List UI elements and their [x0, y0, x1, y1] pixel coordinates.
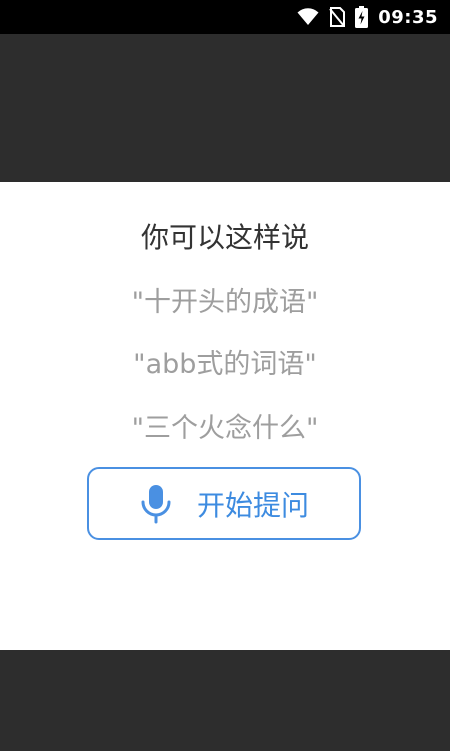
battery-charging-icon — [355, 6, 369, 28]
start-asking-label: 开始提问 — [196, 488, 309, 522]
start-asking-button[interactable]: 开始提问 — [87, 467, 361, 540]
no-sim-icon — [329, 7, 346, 27]
wifi-icon — [297, 8, 319, 26]
dim-backdrop-top[interactable] — [0, 34, 450, 182]
example-phrase: "十开头的成语" — [131, 287, 319, 318]
status-time: 09:35 — [378, 6, 438, 28]
voice-prompt-sheet: 你可以这样说 "十开头的成语" "abb式的词语" "三个火念什么" 开始提问 — [0, 182, 450, 650]
status-bar: 09:35 — [0, 0, 450, 34]
example-phrase: "abb式的词语" — [133, 349, 317, 380]
sheet-title: 你可以这样说 — [140, 221, 309, 254]
example-phrase: "三个火念什么" — [131, 413, 319, 444]
dim-backdrop-bottom[interactable] — [0, 650, 450, 751]
microphone-icon — [139, 484, 173, 524]
